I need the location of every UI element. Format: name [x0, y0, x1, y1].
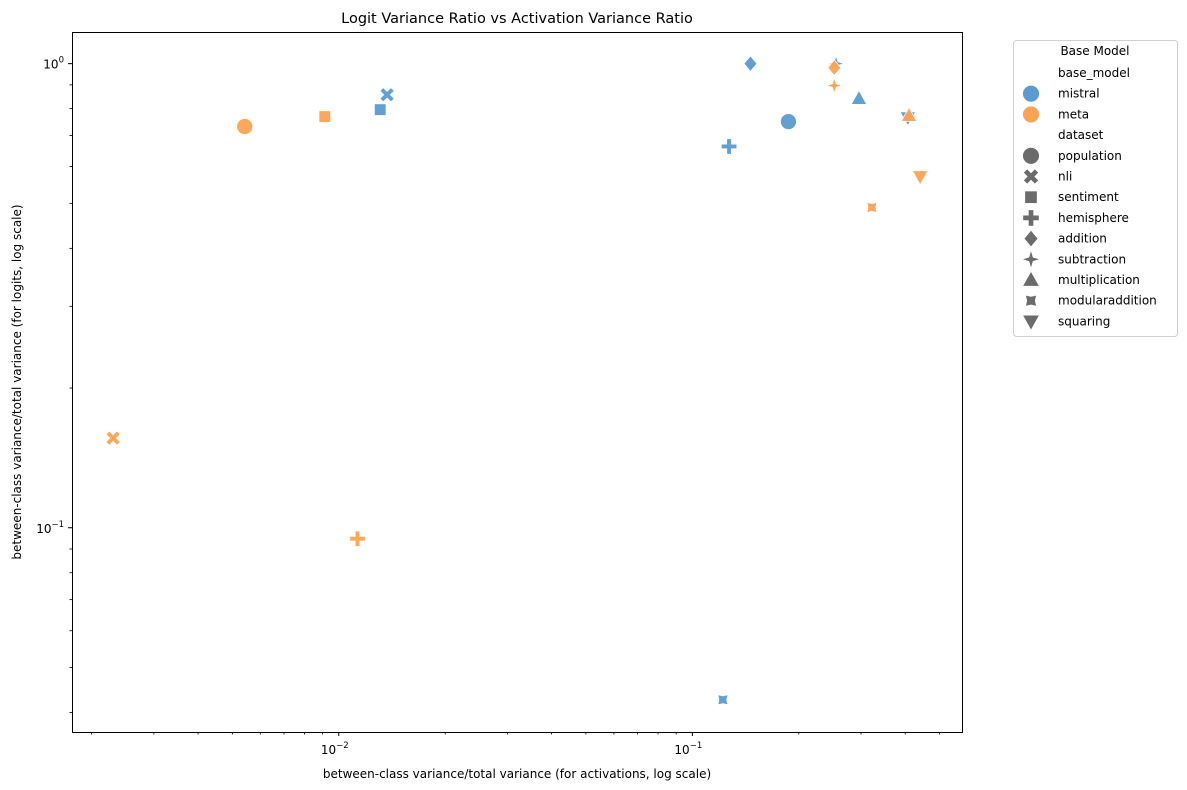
legend-marker-square-icon [1025, 191, 1037, 204]
legend: Base Model base_modelmistral meta dataset p… [1013, 40, 1178, 337]
legend-entry-mistral: mistral [1022, 85, 1100, 102]
legend-label: addition [1058, 232, 1107, 246]
legend-frame [1013, 40, 1178, 337]
legend-label: subtraction [1058, 252, 1126, 266]
legend-label: mistral [1058, 87, 1100, 101]
legend-label: population [1058, 149, 1122, 163]
legend-label: multiplication [1058, 273, 1140, 287]
legend-label: hemisphere [1058, 211, 1129, 225]
legend-label: squaring [1058, 314, 1110, 328]
legend-marker-circle-icon [1022, 147, 1040, 164]
legend-hue-header: base_model [1058, 66, 1130, 80]
legend-style-header: dataset [1058, 128, 1104, 142]
data-point-meta-population [236, 118, 254, 135]
data-point-meta-modularaddition [866, 201, 878, 214]
chart-title: Logit Variance Ratio vs Activation Varia… [341, 11, 693, 27]
legend-label: sentiment [1058, 190, 1119, 204]
y-axis-label: between-class variance/total variance (f… [10, 204, 24, 559]
legend-label: modularaddition [1058, 294, 1157, 308]
data-point-meta-sentiment [318, 110, 332, 123]
data-point-mistral-modularaddition [717, 694, 729, 706]
x-axis-label: between-class variance/total variance (f… [323, 767, 711, 781]
legend-label: nli [1058, 170, 1072, 184]
scatter-chart: Logit Variance Ratio vs Activation Varia… [0, 0, 1187, 790]
legend-label: meta [1058, 107, 1089, 121]
legend-title: Base Model [1060, 44, 1129, 58]
legend-marker-circle-icon [1022, 106, 1040, 123]
legend-marker-star4-thick-icon [1025, 295, 1037, 306]
data-point-mistral-sentiment [373, 103, 387, 116]
axes-background [72, 32, 963, 733]
legend-marker-circle-icon [1022, 85, 1040, 102]
plot-area: 10−2 10−110−1100 [36, 32, 963, 757]
data-point-mistral-population [779, 113, 797, 131]
